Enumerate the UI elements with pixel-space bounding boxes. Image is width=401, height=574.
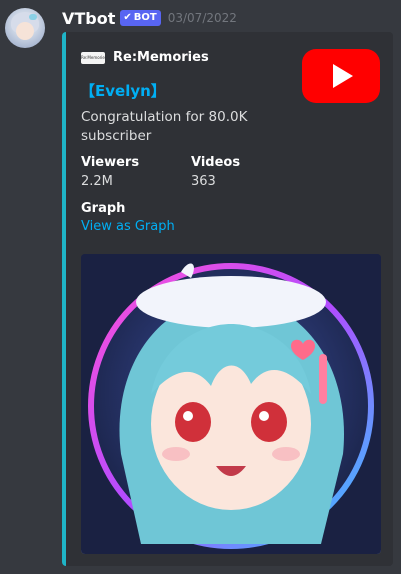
anime-avatar-illustration <box>81 254 381 554</box>
field-name: Viewers <box>81 155 140 170</box>
avatar-accent <box>29 14 37 20</box>
field-value: 2.2M <box>81 174 113 189</box>
embed-description: Congratulation for 80.0K subscriber <box>81 109 248 144</box>
view-as-graph-link[interactable]: View as Graph <box>81 219 175 234</box>
timestamp[interactable]: 03/07/2022 <box>168 11 237 25</box>
avatar-face <box>16 22 34 40</box>
checkmark-icon: ✔ <box>123 12 132 23</box>
field-value: 363 <box>191 174 216 189</box>
embed-card: Re:Memories Re:Memories 【Evelyn】 Congrat… <box>62 32 393 566</box>
embed-title[interactable]: 【Evelyn】 <box>80 80 166 101</box>
embed-image[interactable] <box>81 254 381 554</box>
embed-author: Re:Memories Re:Memories <box>81 50 209 65</box>
author-name: Re:Memories <box>113 50 209 65</box>
bot-avatar[interactable] <box>5 8 45 48</box>
field-viewers: Viewers 2.2M <box>81 154 139 191</box>
message-header: VTbot ✔ BOT 03/07/2022 <box>62 8 237 28</box>
field-name: Graph <box>81 201 126 216</box>
author-logo-icon: Re:Memories <box>81 51 105 64</box>
play-icon <box>333 64 353 88</box>
field-name: Videos <box>191 155 241 170</box>
bot-badge: ✔ BOT <box>120 10 161 26</box>
username[interactable]: VTbot <box>62 9 115 28</box>
field-videos: Videos 363 <box>191 154 240 191</box>
field-graph: Graph View as Graph <box>81 200 175 236</box>
bot-badge-label: BOT <box>133 12 157 23</box>
youtube-thumbnail[interactable] <box>302 49 380 103</box>
